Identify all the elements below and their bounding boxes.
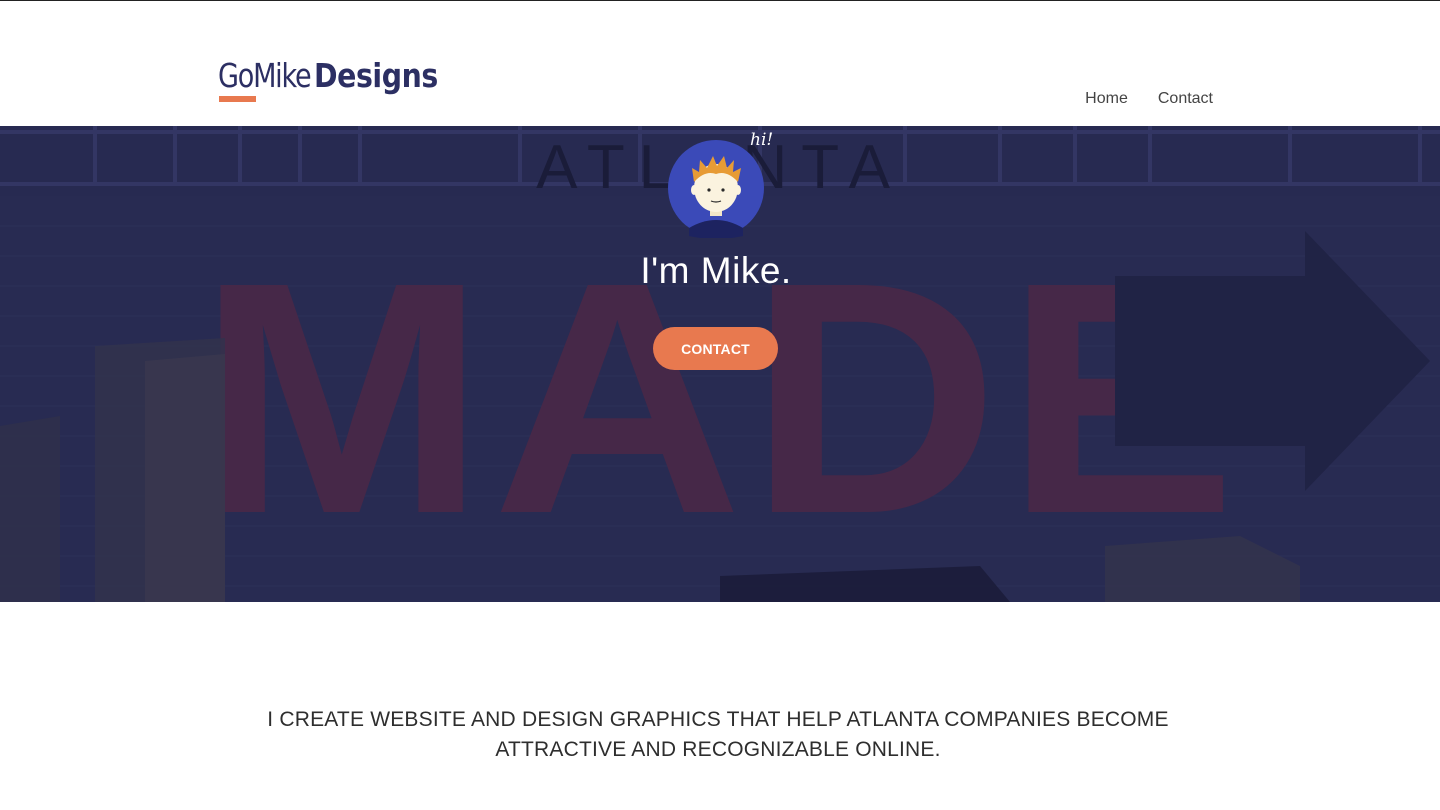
logo-text-designs: Designs <box>313 56 438 95</box>
hero-title: I'm Mike. <box>640 250 792 291</box>
site-header <box>0 1 1440 126</box>
logo-text-gomike: GoMike <box>218 56 312 95</box>
tagline-text: I create website and design graphics tha… <box>267 708 1169 761</box>
avatar-speech-text: hi! <box>750 130 774 150</box>
nav-link-home[interactable]: Home <box>1085 90 1128 108</box>
avatar <box>667 138 767 239</box>
contact-button[interactable]: CONTACT <box>653 327 778 370</box>
nav-link-contact[interactable]: Contact <box>1158 90 1213 108</box>
avatar-illustration <box>668 140 764 239</box>
main-nav: Home Contact <box>1085 90 1213 108</box>
logo-underline-accent <box>219 96 256 102</box>
